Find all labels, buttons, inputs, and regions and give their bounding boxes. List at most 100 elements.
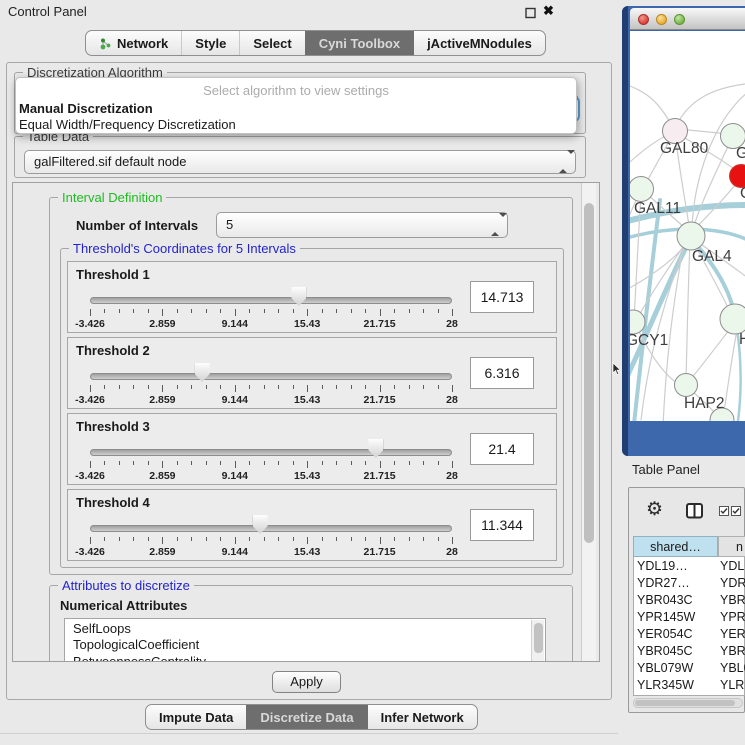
checkbox-icon <box>731 506 741 516</box>
threshold-value-field[interactable]: 6.316 <box>470 357 534 389</box>
table-data-combobox[interactable]: galFiltered.sif default node <box>24 150 576 174</box>
split-columns-icon[interactable] <box>686 503 703 524</box>
slider-tick <box>307 461 308 468</box>
vertical-scrollbar[interactable] <box>581 183 596 661</box>
algorithm-option-manual-discretization[interactable]: Manual Discretization <box>19 101 153 116</box>
slider-tick <box>438 537 439 541</box>
thresholds-group: Threshold's Coordinates for 5 Intervals … <box>60 248 564 568</box>
tab-jactivemnodules[interactable]: jActiveMNodules <box>413 31 545 55</box>
threshold-value-field[interactable]: 11.344 <box>470 509 534 541</box>
scrollbar-thumb[interactable] <box>635 700 735 706</box>
tab-style[interactable]: Style <box>181 31 239 55</box>
network-edge[interactable] <box>630 86 672 126</box>
tab-select[interactable]: Select <box>239 31 304 55</box>
list-item[interactable]: BetweennessCentrality <box>73 654 545 662</box>
table-row[interactable]: YDR27…YDR2 <box>633 575 745 592</box>
slider-tick <box>177 461 178 465</box>
table-row[interactable]: YIL052CYIL0 <box>633 694 745 695</box>
table-row[interactable]: YBR045CYBR0 <box>633 643 745 660</box>
tab-cyni-toolbox[interactable]: Cyni Toolbox <box>305 31 413 55</box>
column-header-name[interactable]: n <box>718 536 745 557</box>
slider-tick <box>264 461 265 465</box>
network-edge[interactable] <box>686 242 690 381</box>
horizontal-scrollbar[interactable] <box>633 698 743 708</box>
network-window-titlebar[interactable] <box>630 8 745 30</box>
tab-label: Impute Data <box>159 710 233 725</box>
network-node-gal11[interactable] <box>630 177 654 202</box>
slider-tick <box>119 309 120 313</box>
table-row[interactable]: YDL19…YDL1 <box>633 558 745 575</box>
close-icon[interactable]: ✖ <box>543 3 557 17</box>
network-window-edge <box>622 6 628 456</box>
zoom-traffic-light-icon[interactable] <box>674 14 685 25</box>
threshold-slider-track[interactable] <box>90 525 452 532</box>
table-row[interactable]: YBL079WYBL0 <box>633 660 745 677</box>
tab-impute-data[interactable]: Impute Data <box>146 705 246 729</box>
slider-tick <box>394 309 395 313</box>
threshold-slider-track[interactable] <box>90 373 452 380</box>
network-edge[interactable] <box>690 325 733 380</box>
bottom-tab-bar: Impute Data Discretize Data Infer Network <box>145 704 478 730</box>
scrollbar-thumb[interactable] <box>584 203 594 543</box>
apply-button[interactable]: Apply <box>272 671 341 693</box>
number-of-intervals-combobox[interactable]: 5 <box>216 212 508 238</box>
slider-tick <box>177 537 178 541</box>
slider-tick-label: 9.144 <box>222 546 248 558</box>
table-row[interactable]: YPR145WYPR1 <box>633 609 745 626</box>
tab-label: Network <box>117 36 168 51</box>
slider-tick <box>177 309 178 313</box>
slider-tick-label: 15.43 <box>294 546 320 558</box>
slider-tick-label: -3.426 <box>75 546 105 558</box>
tab-discretize-data[interactable]: Discretize Data <box>246 705 366 729</box>
numerical-attributes-list[interactable]: SelfLoopsTopologicalCoefficientBetweenne… <box>64 618 546 662</box>
network-edge[interactable] <box>723 325 738 417</box>
select-columns-checkboxes[interactable] <box>719 506 741 516</box>
threshold-slider-track[interactable] <box>90 449 452 456</box>
threshold-slider-track[interactable] <box>90 297 452 304</box>
attributes-to-discretize-group: Attributes to discretize Numerical Attri… <box>49 585 573 662</box>
close-traffic-light-icon[interactable] <box>638 14 649 25</box>
cell-shared-name: YBR045C <box>637 643 693 659</box>
slider-tick <box>119 537 120 541</box>
control-panel-title: Control Panel <box>8 4 87 19</box>
combobox-stepper-icon <box>491 213 499 237</box>
network-node-h[interactable] <box>720 304 745 334</box>
slider-tick <box>409 385 410 389</box>
table-row[interactable]: YBR043CYBR0 <box>633 592 745 609</box>
network-canvas[interactable]: GAL80GCGAL11GAL4GCY1HHAP2 <box>630 31 745 421</box>
slider-tick <box>162 461 163 468</box>
slider-tick <box>438 309 439 313</box>
slider-tick <box>235 309 236 316</box>
table-row[interactable]: YLR345WYLR3 <box>633 677 745 694</box>
tab-infer-network[interactable]: Infer Network <box>367 705 477 729</box>
cell-name: YDL1 <box>720 558 745 574</box>
slider-tick <box>452 385 453 392</box>
slider-tick <box>249 461 250 465</box>
table-row[interactable]: YER054CYER0 <box>633 626 745 643</box>
slider-tick-label: 28 <box>446 546 458 558</box>
slider-tick-label: 2.859 <box>149 470 175 482</box>
network-node-gal4[interactable] <box>677 222 705 250</box>
list-item[interactable]: SelfLoops <box>73 621 545 637</box>
network-icon <box>99 37 112 50</box>
tab-network[interactable]: Network <box>86 31 181 55</box>
tab-label: Discretize Data <box>260 710 353 725</box>
threshold-card: Threshold 3-3.4262.8599.14415.4321.71528… <box>67 413 557 485</box>
slider-tick <box>365 537 366 541</box>
threshold-value-field[interactable]: 14.713 <box>470 281 534 313</box>
list-item[interactable]: TopologicalCoefficient <box>73 637 545 653</box>
float-window-icon[interactable] <box>524 6 538 20</box>
slider-tick-label: 9.144 <box>222 394 248 406</box>
slider-tick <box>278 461 279 465</box>
network-node-hap2[interactable] <box>675 374 698 397</box>
slider-tick <box>206 537 207 541</box>
threshold-value-field[interactable]: 21.4 <box>470 433 534 465</box>
tab-label: Infer Network <box>381 710 464 725</box>
algorithm-option-equal-width-frequency-discretization[interactable]: Equal Width/Frequency Discretization <box>19 117 236 132</box>
column-header-shared-name[interactable]: shared… <box>633 536 718 557</box>
gear-icon[interactable]: ⚙ <box>646 499 663 521</box>
minimize-traffic-light-icon[interactable] <box>656 14 667 25</box>
threshold-label: Threshold 3 <box>76 419 150 434</box>
slider-tick <box>351 537 352 541</box>
list-scrollbar[interactable] <box>531 620 544 662</box>
